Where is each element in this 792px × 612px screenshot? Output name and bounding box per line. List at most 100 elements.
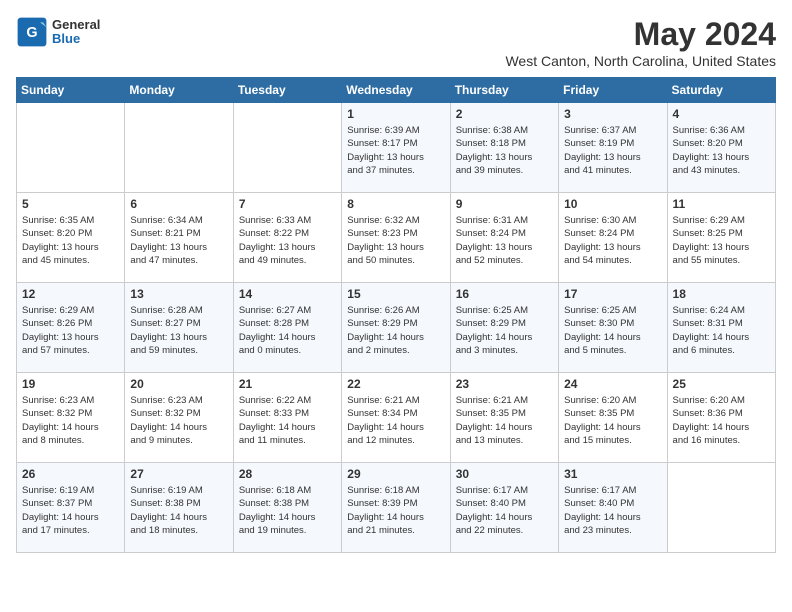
day-number: 19 — [22, 377, 119, 391]
day-number: 12 — [22, 287, 119, 301]
day-info: Sunrise: 6:39 AM Sunset: 8:17 PM Dayligh… — [347, 124, 444, 177]
calendar-cell: 8Sunrise: 6:32 AM Sunset: 8:23 PM Daylig… — [342, 193, 450, 283]
day-number: 18 — [673, 287, 770, 301]
day-info: Sunrise: 6:29 AM Sunset: 8:26 PM Dayligh… — [22, 304, 119, 357]
day-info: Sunrise: 6:24 AM Sunset: 8:31 PM Dayligh… — [673, 304, 770, 357]
calendar-cell — [17, 103, 125, 193]
day-info: Sunrise: 6:21 AM Sunset: 8:34 PM Dayligh… — [347, 394, 444, 447]
day-info: Sunrise: 6:22 AM Sunset: 8:33 PM Dayligh… — [239, 394, 336, 447]
calendar-cell: 22 Sunrise: 6:21 AM Sunset: 8:34 PM Dayli… — [342, 373, 450, 463]
calendar-cell: 9Sunrise: 6:31 AM Sunset: 8:24 PM Daylig… — [450, 193, 558, 283]
day-number: 10 — [564, 197, 661, 211]
calendar-cell: 24Sunrise: 6:20 AM Sunset: 8:35 PM Dayli… — [559, 373, 667, 463]
calendar-cell: 6 Sunrise: 6:34 AM Sunset: 8:21 PM Daylig… — [125, 193, 233, 283]
day-number: 29 — [347, 467, 444, 481]
day-number: 4 — [673, 107, 770, 121]
location-subtitle: West Canton, North Carolina, United Stat… — [505, 53, 776, 69]
calendar-cell: 16Sunrise: 6:25 AM Sunset: 8:29 PM Dayli… — [450, 283, 558, 373]
calendar-cell — [667, 463, 775, 553]
day-info: Sunrise: 6:37 AM Sunset: 8:19 PM Dayligh… — [564, 124, 661, 177]
calendar-cell: 11Sunrise: 6:29 AM Sunset: 8:25 PM Dayli… — [667, 193, 775, 283]
calendar-cell: 23 Sunrise: 6:21 AM Sunset: 8:35 PM Dayli… — [450, 373, 558, 463]
calendar-cell: 25Sunrise: 6:20 AM Sunset: 8:36 PM Dayli… — [667, 373, 775, 463]
logo-icon: G — [16, 16, 48, 48]
calendar-cell: 14 Sunrise: 6:27 AM Sunset: 8:28 PM Dayli… — [233, 283, 341, 373]
day-number: 15 — [347, 287, 444, 301]
week-row-4: 19 Sunrise: 6:23 AM Sunset: 8:32 PM Dayli… — [17, 373, 776, 463]
page-header: G General Blue May 2024 West Canton, Nor… — [16, 16, 776, 69]
day-info: Sunrise: 6:21 AM Sunset: 8:35 PM Dayligh… — [456, 394, 553, 447]
calendar-table: SundayMondayTuesdayWednesdayThursdayFrid… — [16, 77, 776, 553]
week-row-1: 1 Sunrise: 6:39 AM Sunset: 8:17 PM Daylig… — [17, 103, 776, 193]
calendar-cell — [233, 103, 341, 193]
calendar-cell: 12 Sunrise: 6:29 AM Sunset: 8:26 PM Dayli… — [17, 283, 125, 373]
day-info: Sunrise: 6:29 AM Sunset: 8:25 PM Dayligh… — [673, 214, 770, 267]
day-number: 7 — [239, 197, 336, 211]
day-info: Sunrise: 6:18 AM Sunset: 8:38 PM Dayligh… — [239, 484, 336, 537]
calendar-cell: 19 Sunrise: 6:23 AM Sunset: 8:32 PM Dayli… — [17, 373, 125, 463]
day-number: 6 — [130, 197, 227, 211]
calendar-cell: 17 Sunrise: 6:25 AM Sunset: 8:30 PM Dayli… — [559, 283, 667, 373]
logo: G General Blue — [16, 16, 100, 48]
calendar-cell: 2Sunrise: 6:38 AM Sunset: 8:18 PM Daylig… — [450, 103, 558, 193]
day-number: 14 — [239, 287, 336, 301]
day-number: 23 — [456, 377, 553, 391]
day-info: Sunrise: 6:20 AM Sunset: 8:35 PM Dayligh… — [564, 394, 661, 447]
calendar-cell: 31 Sunrise: 6:17 AM Sunset: 8:40 PM Dayli… — [559, 463, 667, 553]
day-number: 21 — [239, 377, 336, 391]
calendar-cell: 28 Sunrise: 6:18 AM Sunset: 8:38 PM Dayli… — [233, 463, 341, 553]
day-number: 26 — [22, 467, 119, 481]
day-number: 17 — [564, 287, 661, 301]
day-number: 25 — [673, 377, 770, 391]
day-info: Sunrise: 6:27 AM Sunset: 8:28 PM Dayligh… — [239, 304, 336, 357]
calendar-cell: 20 Sunrise: 6:23 AM Sunset: 8:32 PM Dayli… — [125, 373, 233, 463]
day-info: Sunrise: 6:31 AM Sunset: 8:24 PM Dayligh… — [456, 214, 553, 267]
day-number: 22 — [347, 377, 444, 391]
day-number: 27 — [130, 467, 227, 481]
day-info: Sunrise: 6:32 AM Sunset: 8:23 PM Dayligh… — [347, 214, 444, 267]
month-year-title: May 2024 — [505, 16, 776, 53]
calendar-cell: 29Sunrise: 6:18 AM Sunset: 8:39 PM Dayli… — [342, 463, 450, 553]
week-row-2: 5Sunrise: 6:35 AM Sunset: 8:20 PM Daylig… — [17, 193, 776, 283]
logo-general: General — [52, 18, 100, 32]
day-number: 1 — [347, 107, 444, 121]
calendar-cell: 30Sunrise: 6:17 AM Sunset: 8:40 PM Dayli… — [450, 463, 558, 553]
svg-text:G: G — [26, 25, 37, 41]
day-info: Sunrise: 6:38 AM Sunset: 8:18 PM Dayligh… — [456, 124, 553, 177]
day-info: Sunrise: 6:17 AM Sunset: 8:40 PM Dayligh… — [564, 484, 661, 537]
week-row-5: 26 Sunrise: 6:19 AM Sunset: 8:37 PM Dayli… — [17, 463, 776, 553]
title-block: May 2024 West Canton, North Carolina, Un… — [505, 16, 776, 69]
day-info: Sunrise: 6:23 AM Sunset: 8:32 PM Dayligh… — [22, 394, 119, 447]
day-info: Sunrise: 6:36 AM Sunset: 8:20 PM Dayligh… — [673, 124, 770, 177]
week-row-3: 12 Sunrise: 6:29 AM Sunset: 8:26 PM Dayli… — [17, 283, 776, 373]
calendar-cell: 15Sunrise: 6:26 AM Sunset: 8:29 PM Dayli… — [342, 283, 450, 373]
day-number: 20 — [130, 377, 227, 391]
header-day-thursday: Thursday — [450, 78, 558, 103]
day-number: 3 — [564, 107, 661, 121]
header-day-wednesday: Wednesday — [342, 78, 450, 103]
day-info: Sunrise: 6:33 AM Sunset: 8:22 PM Dayligh… — [239, 214, 336, 267]
day-number: 16 — [456, 287, 553, 301]
day-info: Sunrise: 6:23 AM Sunset: 8:32 PM Dayligh… — [130, 394, 227, 447]
calendar-cell: 7 Sunrise: 6:33 AM Sunset: 8:22 PM Daylig… — [233, 193, 341, 283]
header-day-friday: Friday — [559, 78, 667, 103]
calendar-cell: 5Sunrise: 6:35 AM Sunset: 8:20 PM Daylig… — [17, 193, 125, 283]
day-info: Sunrise: 6:25 AM Sunset: 8:30 PM Dayligh… — [564, 304, 661, 357]
calendar-cell: 27 Sunrise: 6:19 AM Sunset: 8:38 PM Dayli… — [125, 463, 233, 553]
day-number: 5 — [22, 197, 119, 211]
day-info: Sunrise: 6:19 AM Sunset: 8:38 PM Dayligh… — [130, 484, 227, 537]
logo-text: General Blue — [52, 18, 100, 47]
calendar-cell: 3 Sunrise: 6:37 AM Sunset: 8:19 PM Daylig… — [559, 103, 667, 193]
header-row: SundayMondayTuesdayWednesdayThursdayFrid… — [17, 78, 776, 103]
day-info: Sunrise: 6:34 AM Sunset: 8:21 PM Dayligh… — [130, 214, 227, 267]
calendar-cell: 21 Sunrise: 6:22 AM Sunset: 8:33 PM Dayli… — [233, 373, 341, 463]
day-number: 31 — [564, 467, 661, 481]
day-number: 28 — [239, 467, 336, 481]
header-day-monday: Monday — [125, 78, 233, 103]
calendar-cell: 1 Sunrise: 6:39 AM Sunset: 8:17 PM Daylig… — [342, 103, 450, 193]
calendar-cell: 4 Sunrise: 6:36 AM Sunset: 8:20 PM Daylig… — [667, 103, 775, 193]
header-day-tuesday: Tuesday — [233, 78, 341, 103]
calendar-cell — [125, 103, 233, 193]
day-number: 30 — [456, 467, 553, 481]
day-info: Sunrise: 6:19 AM Sunset: 8:37 PM Dayligh… — [22, 484, 119, 537]
